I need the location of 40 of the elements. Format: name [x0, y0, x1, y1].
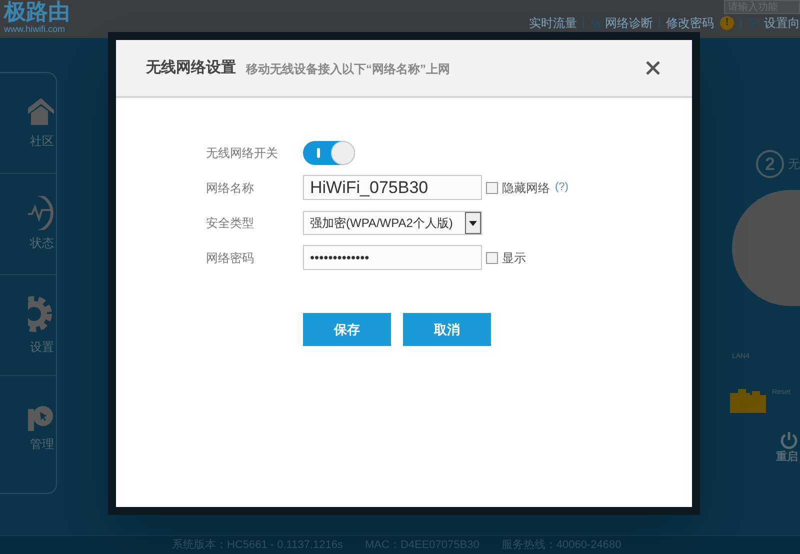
password-field[interactable]: ••••••••••••• [303, 245, 482, 270]
dialog-title: 无线网络设置 [146, 58, 236, 78]
toggle-switch[interactable] [303, 140, 355, 164]
dialog-button[interactable]: 保存 [303, 313, 391, 346]
power-icon [780, 430, 798, 448]
close-icon [646, 61, 660, 75]
header-link[interactable]: 实时流量 [529, 16, 577, 30]
sidebar-item[interactable]: 状态 [0, 174, 56, 275]
checkbox[interactable] [486, 182, 498, 194]
ethernet-port-icon [730, 386, 768, 412]
field-label: 网络名称 [206, 180, 255, 196]
step-label: 无 [788, 156, 800, 173]
sidebar-item[interactable]: 管理 [0, 376, 56, 477]
dialog-button[interactable]: 取消 [403, 313, 491, 346]
house-icon [28, 96, 54, 128]
gear-icon [28, 294, 54, 334]
step-number: 2 [756, 150, 784, 178]
site-url: www.hiwifi.com [4, 24, 66, 34]
stethoscope-icon [590, 16, 602, 30]
checkbox-label: 隐藏网络 [502, 180, 550, 196]
sidebar-item[interactable]: 社区 [0, 73, 56, 174]
network-name-field[interactable]: HiWiFi_075B30 [303, 175, 482, 200]
header-link[interactable]: 设置向 [764, 16, 800, 30]
field-label: 安全类型 [206, 214, 255, 232]
field-label: 网络密码 [206, 250, 255, 266]
header-link[interactable]: 修改密码 [666, 16, 714, 30]
checkbox-label: 显示 [502, 250, 526, 266]
help-link[interactable]: (?) [555, 179, 568, 196]
logo-text: 极路由 [4, 0, 70, 24]
security-type-select[interactable]: 强加密(WPA/WPA2个人版) [303, 210, 482, 234]
dialog-subtitle: 移动无线设备接入以下“网络名称”上网 [246, 61, 450, 78]
header-link[interactable]: 网络诊断 [605, 16, 653, 30]
pulse-icon [28, 196, 54, 230]
checkbox[interactable] [486, 252, 498, 264]
close-button[interactable] [644, 59, 662, 77]
restart-control[interactable]: 重启 [776, 430, 800, 465]
sidebar-item[interactable]: 设置 [0, 275, 56, 376]
signpost-icon [747, 16, 761, 30]
alert-badge: ! [720, 16, 734, 30]
field-label: 无线网络开关 [206, 144, 279, 162]
